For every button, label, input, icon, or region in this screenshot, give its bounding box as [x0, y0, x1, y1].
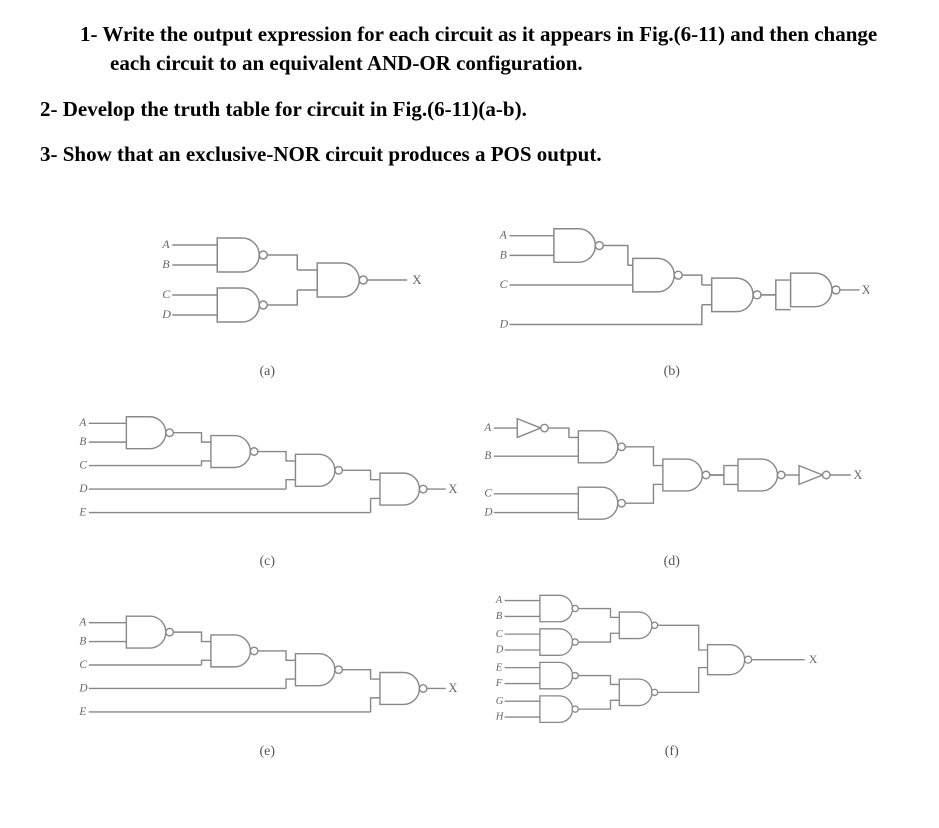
nand-gate-icon	[217, 288, 259, 322]
label-d-X: X	[853, 467, 862, 481]
circuit-b-svg: A B C D X	[475, 210, 870, 360]
nand-gate-icon	[578, 487, 617, 519]
label-b-C: C	[499, 277, 507, 291]
caption-f: (f)	[665, 744, 679, 760]
label-e-B: B	[79, 635, 86, 647]
caption-a: (a)	[259, 364, 275, 380]
label-c-A: A	[78, 417, 86, 429]
label-c-B: B	[79, 436, 86, 448]
circuit-a-svg: A B C D X	[70, 210, 465, 360]
nand-gate-icon	[126, 616, 165, 648]
label-d-C: C	[484, 487, 492, 499]
circuit-e-svg: A B C D E X	[70, 590, 465, 740]
label-b-X: X	[861, 282, 869, 296]
nand-gate-icon	[539, 595, 572, 621]
not-gate-icon	[799, 465, 822, 484]
label-c-E: E	[78, 506, 86, 518]
nand-gate-icon	[662, 459, 701, 491]
nand-gate-icon	[211, 435, 250, 467]
circuit-a: A B C D X (a)	[70, 210, 465, 380]
nand-gate-icon	[711, 278, 752, 312]
caption-d: (d)	[664, 554, 680, 570]
label-a-B: B	[162, 257, 170, 271]
label-b-A: A	[498, 227, 507, 241]
question-3: 3- Show that an exclusive-NOR circuit pr…	[40, 140, 899, 169]
figure-6-11: A B C D X (a) A B C D	[40, 210, 899, 760]
caption-c: (c)	[259, 554, 275, 570]
nand-gate-icon	[295, 653, 334, 685]
nand-gate-icon	[317, 263, 359, 297]
nand-gate-icon	[553, 228, 594, 262]
label-d-A: A	[483, 421, 491, 433]
label-e-E: E	[78, 705, 86, 717]
label-f-F: F	[494, 678, 502, 689]
label-a-X: X	[412, 272, 422, 287]
label-e-C: C	[79, 658, 87, 670]
nand-gate-icon	[380, 473, 419, 505]
label-c-C: C	[79, 459, 87, 471]
questions-block: 1- Write the output expression for each …	[40, 20, 899, 170]
nand-gate-icon	[217, 238, 259, 272]
circuit-f: A B C D E F G H X	[475, 590, 870, 760]
circuit-e: A B C D E X (e)	[70, 590, 465, 760]
caption-e: (e)	[259, 744, 275, 760]
nand-gate-icon	[539, 662, 572, 688]
label-f-G: G	[495, 695, 503, 706]
label-d-B: B	[484, 450, 491, 462]
label-b-B: B	[499, 247, 506, 261]
label-c-D: D	[78, 482, 87, 494]
circuit-c-svg: A B C D E X	[70, 400, 465, 550]
caption-b: (b)	[664, 364, 680, 380]
label-e-X: X	[449, 681, 458, 695]
label-f-C: C	[495, 628, 503, 639]
circuit-c: A B C D E X (c)	[70, 400, 465, 570]
nand-gate-icon	[790, 273, 831, 307]
nand-gate-icon	[632, 258, 673, 292]
nand-gate-icon	[578, 430, 617, 462]
label-f-B: B	[495, 611, 502, 622]
label-b-D: D	[498, 316, 508, 330]
circuit-d: A B C D X (d)	[475, 400, 870, 570]
nand-gate-icon	[380, 672, 419, 704]
nand-gate-icon	[539, 695, 572, 721]
label-a-D: D	[161, 307, 171, 321]
label-c-X: X	[449, 481, 458, 495]
label-f-H: H	[494, 711, 504, 722]
label-a-A: A	[161, 237, 170, 251]
nand-gate-icon	[738, 459, 777, 491]
label-f-X: X	[809, 654, 818, 666]
nand-gate-icon	[126, 416, 165, 448]
label-f-A: A	[494, 595, 502, 606]
nand-gate-icon	[619, 679, 652, 705]
nand-gate-icon	[295, 454, 334, 486]
circuit-b: A B C D X (b)	[475, 210, 870, 380]
label-f-E: E	[494, 662, 502, 673]
question-1: 1- Write the output expression for each …	[40, 20, 899, 79]
circuit-d-svg: A B C D X	[475, 400, 870, 550]
nand-gate-icon	[707, 644, 744, 674]
label-a-C: C	[162, 287, 171, 301]
label-d-D: D	[483, 506, 492, 518]
circuit-f-svg: A B C D E F G H X	[475, 590, 870, 740]
label-f-D: D	[494, 644, 503, 655]
nand-gate-icon	[619, 612, 652, 638]
nand-gate-icon	[211, 635, 250, 667]
label-e-D: D	[78, 682, 87, 694]
nand-gate-icon	[539, 628, 572, 654]
not-gate-icon	[517, 418, 540, 437]
label-e-A: A	[78, 616, 86, 628]
question-2: 2- Develop the truth table for circuit i…	[40, 95, 899, 124]
